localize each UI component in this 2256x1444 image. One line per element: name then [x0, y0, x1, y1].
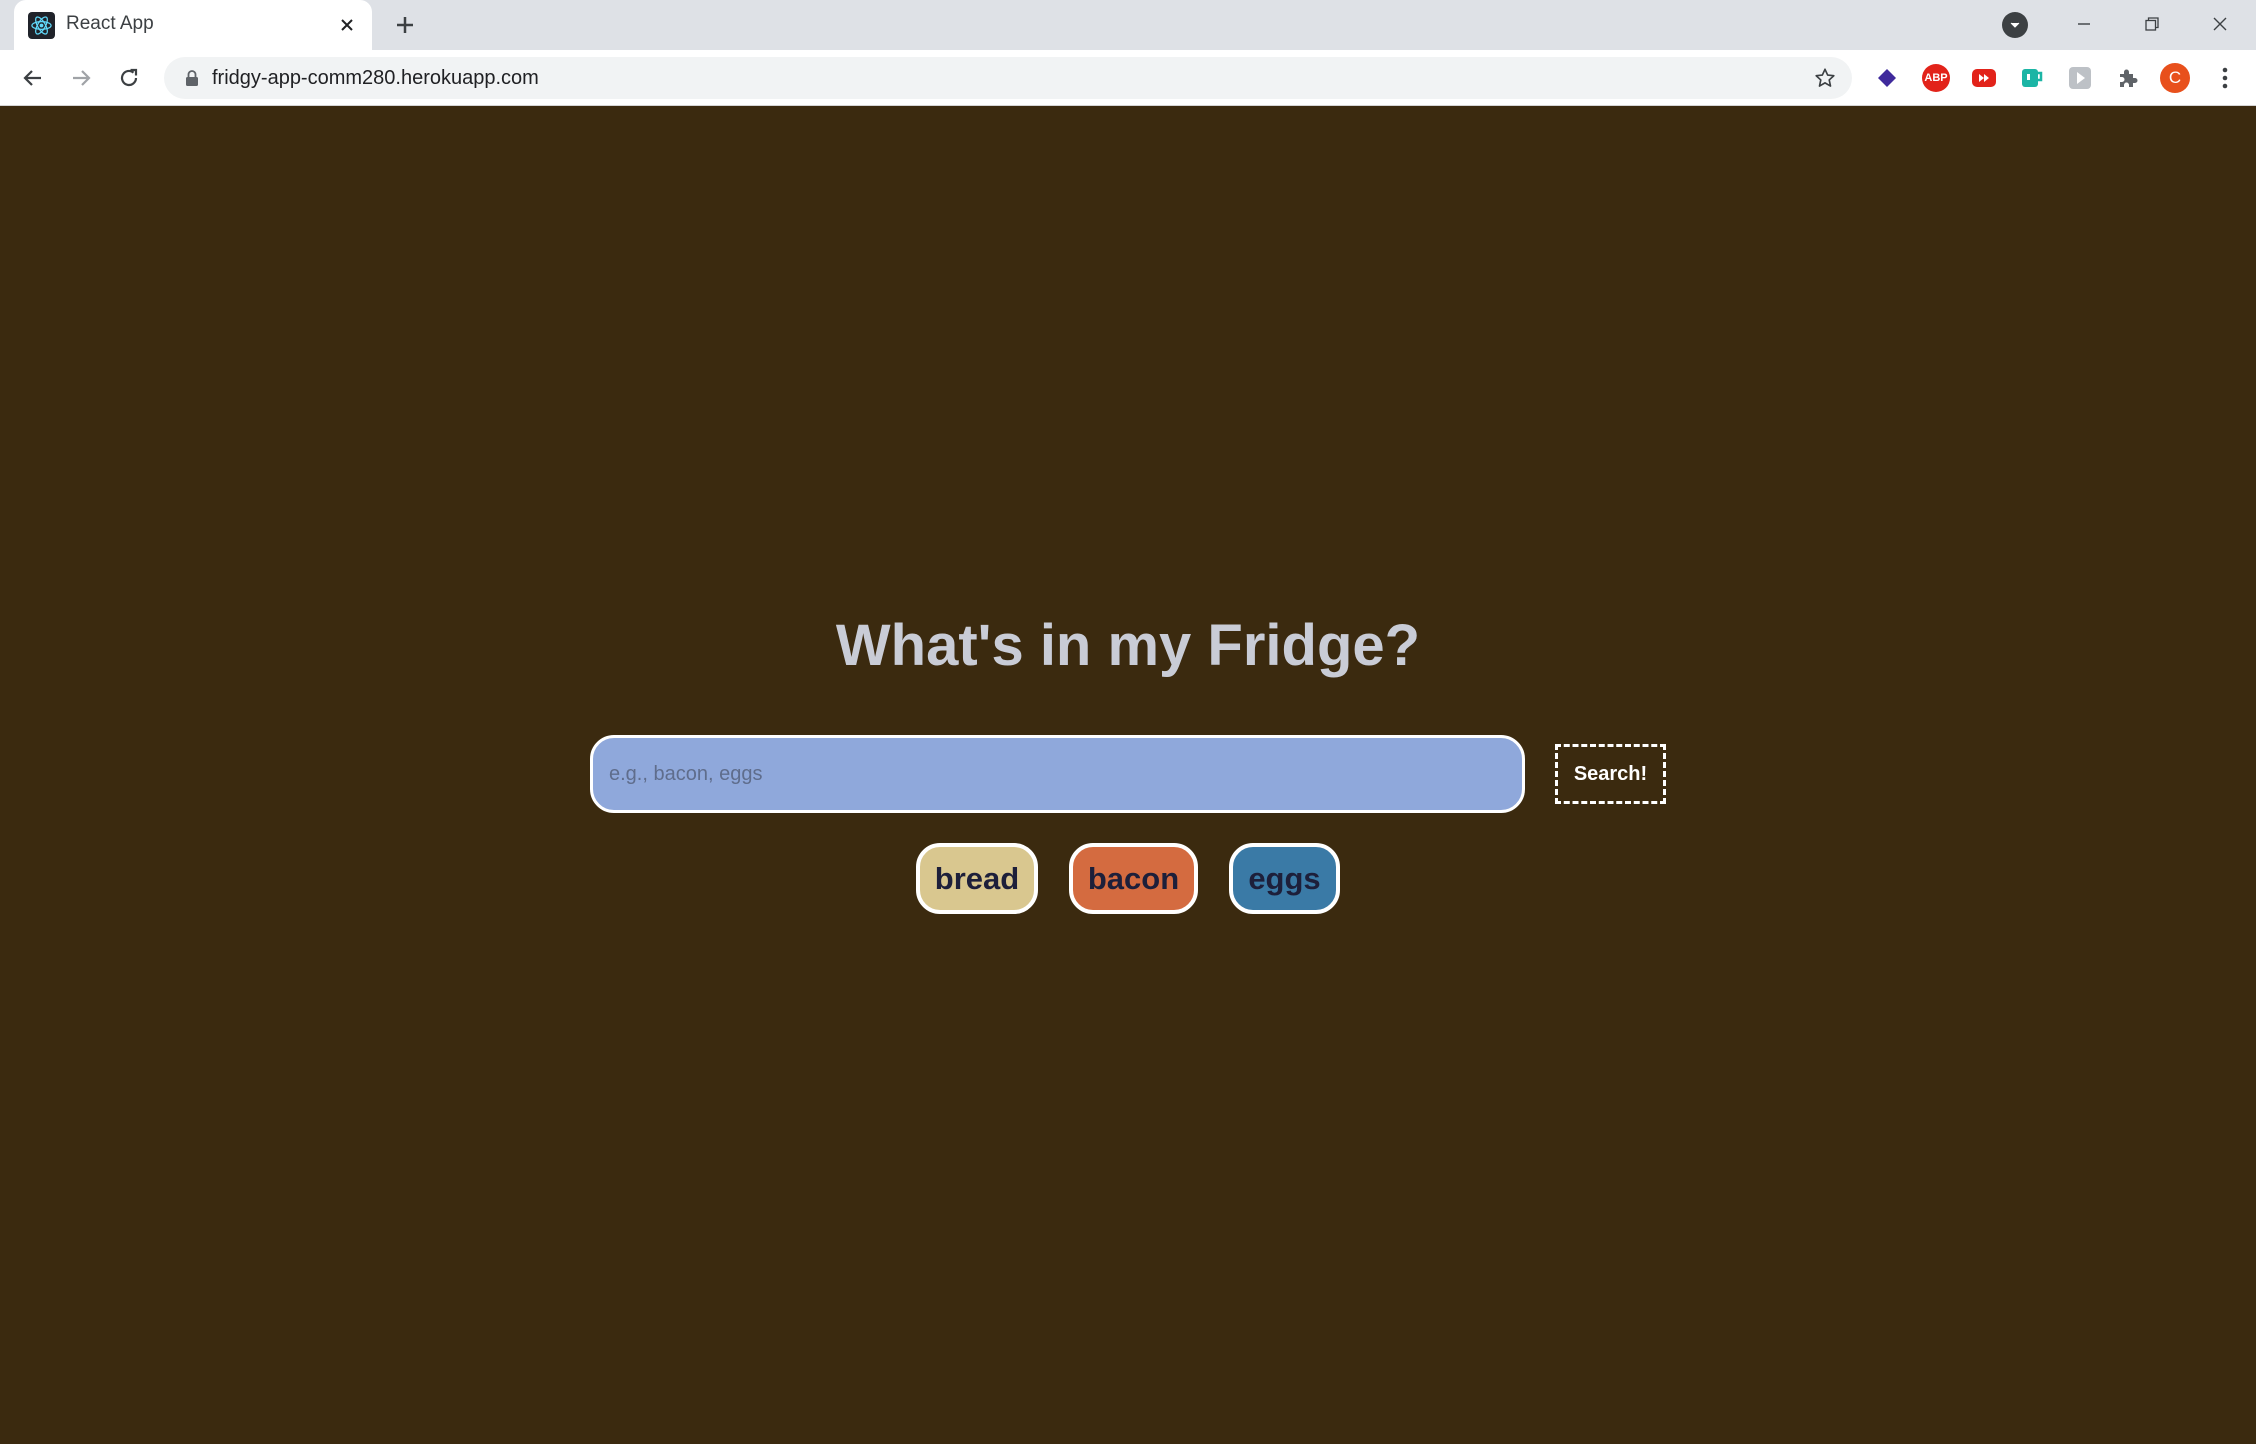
teal-cup-extension-icon[interactable]: [2018, 64, 2046, 92]
back-arrow-icon[interactable]: [16, 61, 50, 95]
ingredient-chip-bread[interactable]: bread: [916, 843, 1038, 914]
lock-icon[interactable]: [182, 68, 202, 88]
browser-tab[interactable]: React App: [14, 0, 372, 50]
more-menu-icon[interactable]: [2210, 63, 2240, 93]
close-tab-icon[interactable]: [334, 12, 360, 38]
reload-icon[interactable]: [112, 61, 146, 95]
page-content: What's in my Fridge? Search! bread bacon…: [0, 107, 2256, 1444]
browser-toolbar: fridgy-app-comm280.herokuapp.com ABP C: [0, 50, 2256, 106]
ingredient-chip-bacon[interactable]: bacon: [1069, 843, 1198, 914]
page-title: What's in my Fridge?: [835, 613, 1421, 678]
browser-tab-bar: React App: [0, 0, 2256, 50]
layers-extension-icon[interactable]: [1873, 64, 1901, 92]
bookmark-star-icon[interactable]: [1812, 65, 1838, 91]
tab-title: React App: [66, 13, 154, 34]
profile-avatar[interactable]: C: [2160, 63, 2190, 93]
url-text: fridgy-app-comm280.herokuapp.com: [212, 67, 539, 89]
new-tab-icon[interactable]: [390, 10, 420, 40]
close-window-icon[interactable]: [2200, 4, 2240, 44]
ingredient-chip-eggs[interactable]: eggs: [1229, 843, 1340, 914]
restore-icon[interactable]: [2132, 4, 2172, 44]
forward-arrow-icon[interactable]: [64, 61, 98, 95]
adblock-plus-icon[interactable]: ABP: [1922, 64, 1950, 92]
minimize-icon[interactable]: [2064, 4, 2104, 44]
address-bar[interactable]: fridgy-app-comm280.herokuapp.com: [164, 57, 1852, 99]
puzzle-extensions-icon[interactable]: [2114, 64, 2142, 92]
play-extension-icon[interactable]: [2066, 64, 2094, 92]
youtube-extension-icon[interactable]: [1970, 64, 1998, 92]
react-favicon-icon: [28, 12, 55, 39]
search-button[interactable]: Search!: [1555, 744, 1666, 804]
tab-search-icon[interactable]: [2002, 12, 2028, 38]
ingredient-search-input[interactable]: [590, 735, 1525, 813]
